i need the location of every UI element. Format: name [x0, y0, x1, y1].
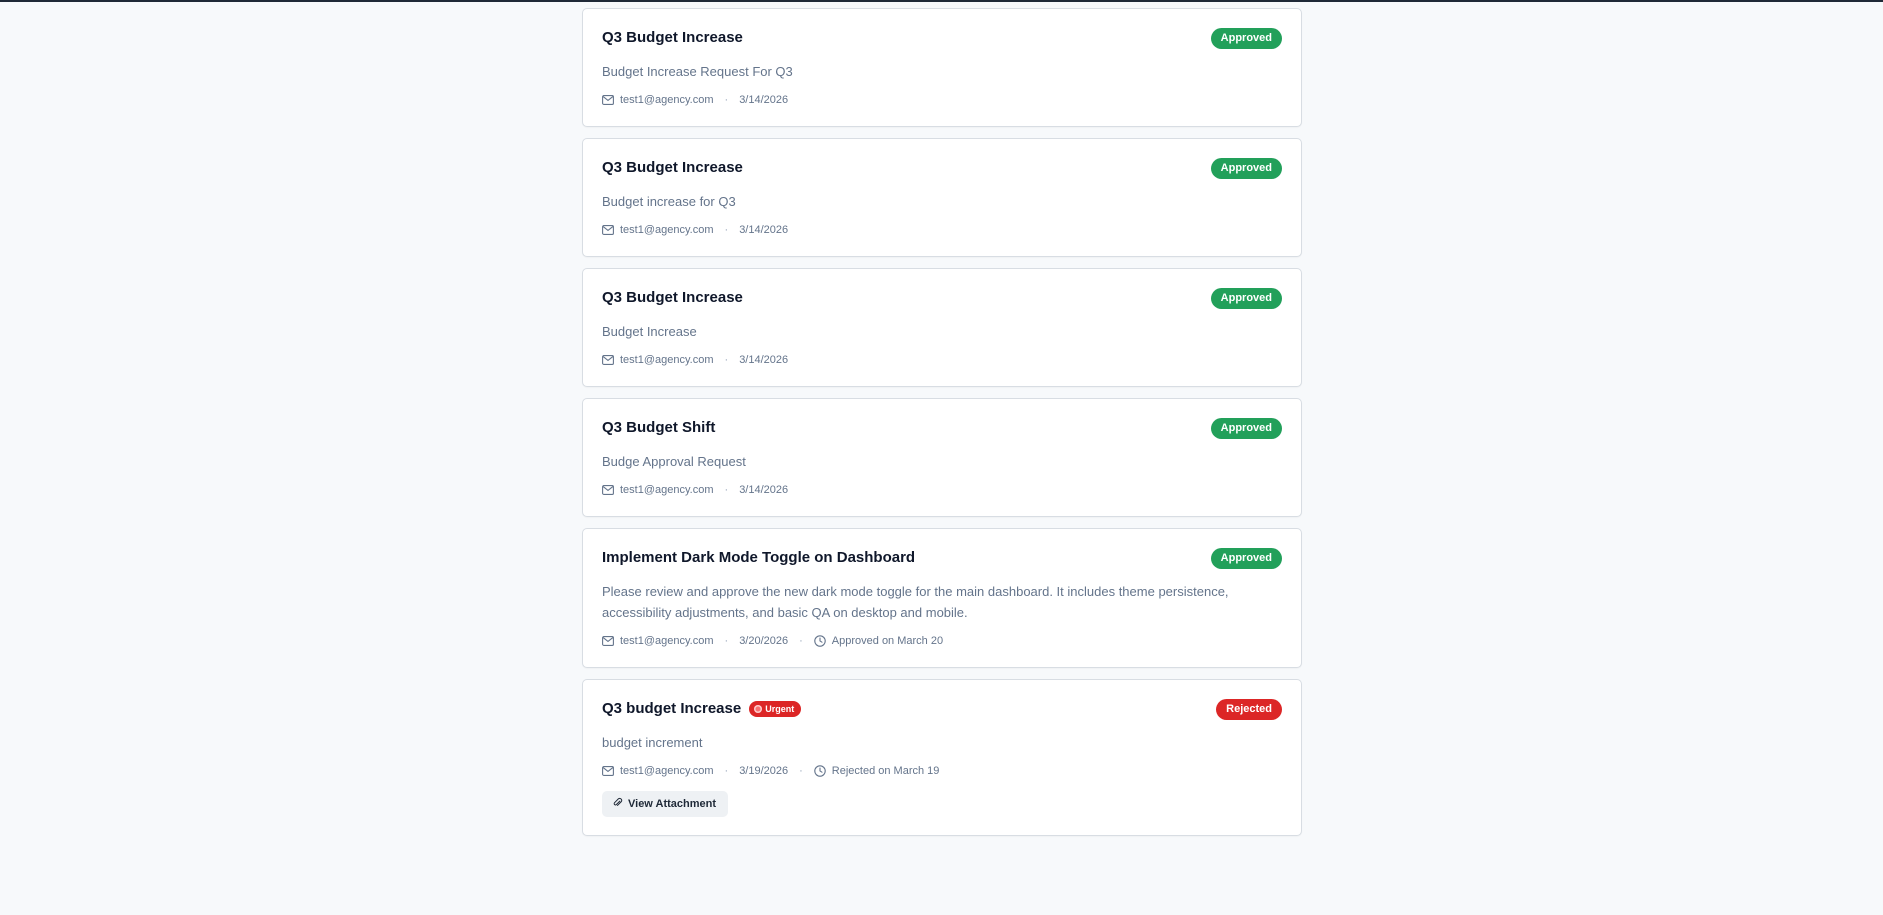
- request-meta: test1@agency.com · 3/14/2026: [602, 482, 1282, 498]
- request-meta: test1@agency.com · 3/14/2026: [602, 352, 1282, 368]
- request-card[interactable]: Implement Dark Mode Toggle on Dashboard …: [582, 528, 1302, 668]
- card-header: Q3 Budget Shift Approved: [602, 417, 1282, 439]
- title-wrap: Q3 budget Increase Urgent: [602, 699, 802, 719]
- card-header: Q3 budget Increase Urgent Rejected: [602, 698, 1282, 720]
- meta-separator: ·: [724, 484, 729, 496]
- requester-email: test1@agency.com: [620, 484, 714, 496]
- request-meta: test1@agency.com · 3/19/2026 · Rejected …: [602, 763, 1282, 779]
- request-description: Budge Approval Request: [602, 454, 746, 469]
- urgent-label: Urgent: [765, 704, 795, 714]
- request-meta: test1@agency.com · 3/20/2026 · Approved …: [602, 633, 1282, 649]
- urgent-badge: Urgent: [749, 701, 802, 717]
- card-header: Q3 Budget Increase Approved: [602, 287, 1282, 309]
- decision-note: Approved on March 20: [831, 635, 944, 647]
- request-card[interactable]: Q3 budget Increase Urgent Rejected budge…: [582, 679, 1302, 836]
- meta-separator: ·: [724, 224, 729, 236]
- requester-email: test1@agency.com: [620, 224, 714, 236]
- status-badge: Approved: [1210, 157, 1282, 179]
- request-title: Implement Dark Mode Toggle on Dashboard: [602, 549, 916, 566]
- request-date: 3/19/2026: [739, 765, 789, 777]
- request-date: 3/14/2026: [739, 94, 789, 106]
- request-description: Budget increase for Q3: [602, 194, 736, 209]
- clock-icon: [814, 635, 826, 647]
- mail-icon: [602, 485, 614, 495]
- request-title: Q3 Budget Shift: [602, 419, 716, 436]
- requester-email: test1@agency.com: [620, 354, 714, 366]
- mail-icon: [602, 225, 614, 235]
- request-title: Q3 Budget Increase: [602, 289, 743, 306]
- status-badge: Approved: [1210, 287, 1282, 309]
- requester-email: test1@agency.com: [620, 765, 714, 777]
- mail-icon: [602, 636, 614, 646]
- status-badge: Approved: [1210, 27, 1282, 49]
- request-description: budget increment: [602, 735, 703, 750]
- mail-icon: [602, 766, 614, 776]
- requester-email: test1@agency.com: [620, 635, 714, 647]
- request-list: Q3 Budget Increase Approved Budget Incre…: [582, 8, 1302, 847]
- request-date: 3/14/2026: [739, 224, 789, 236]
- meta-separator: ·: [724, 354, 729, 366]
- request-description: Please review and approve the new dark m…: [602, 584, 1229, 620]
- meta-separator: ·: [799, 635, 803, 647]
- title-wrap: Q3 Budget Increase: [602, 158, 743, 178]
- mail-icon: [602, 95, 614, 105]
- request-card[interactable]: Q3 Budget Shift Approved Budge Approval …: [582, 398, 1302, 517]
- request-date: 3/20/2026: [739, 635, 789, 647]
- card-header: Implement Dark Mode Toggle on Dashboard …: [602, 547, 1282, 569]
- top-border: [0, 0, 1883, 2]
- card-header: Q3 Budget Increase Approved: [602, 27, 1282, 49]
- mail-icon: [602, 355, 614, 365]
- request-date: 3/14/2026: [739, 484, 789, 496]
- request-card[interactable]: Q3 Budget Increase Approved Budget Incre…: [582, 8, 1302, 127]
- view-attachment-label: View Attachment: [628, 798, 717, 810]
- request-title: Q3 Budget Increase: [602, 159, 743, 176]
- title-wrap: Q3 Budget Increase: [602, 288, 743, 308]
- request-card[interactable]: Q3 Budget Increase Approved Budget incre…: [582, 138, 1302, 257]
- request-meta: test1@agency.com · 3/14/2026: [602, 222, 1282, 238]
- clock-icon: [814, 765, 826, 777]
- title-wrap: Q3 Budget Increase: [602, 28, 743, 48]
- card-header: Q3 Budget Increase Approved: [602, 157, 1282, 179]
- requester-email: test1@agency.com: [620, 94, 714, 106]
- title-wrap: Q3 Budget Shift: [602, 418, 715, 438]
- urgent-dot-icon: [754, 705, 763, 713]
- request-title: Q3 Budget Increase: [602, 29, 743, 46]
- request-description: Budget Increase Request For Q3: [602, 64, 793, 79]
- meta-separator: ·: [799, 765, 803, 777]
- meta-separator: ·: [724, 94, 729, 106]
- request-title: Q3 budget Increase: [602, 700, 742, 717]
- request-date: 3/14/2026: [739, 354, 789, 366]
- decision-note: Rejected on March 19: [831, 765, 940, 777]
- paperclip-icon: [612, 797, 623, 811]
- status-badge: Approved: [1210, 417, 1282, 439]
- request-meta: test1@agency.com · 3/14/2026: [602, 92, 1282, 108]
- request-description: Budget Increase: [602, 324, 697, 339]
- status-badge: Rejected: [1216, 698, 1282, 720]
- request-card[interactable]: Q3 Budget Increase Approved Budget Incre…: [582, 268, 1302, 387]
- view-attachment-button[interactable]: View Attachment: [602, 791, 729, 817]
- status-badge: Approved: [1210, 547, 1282, 569]
- title-wrap: Implement Dark Mode Toggle on Dashboard: [602, 548, 915, 568]
- meta-separator: ·: [724, 765, 729, 777]
- meta-separator: ·: [724, 635, 729, 647]
